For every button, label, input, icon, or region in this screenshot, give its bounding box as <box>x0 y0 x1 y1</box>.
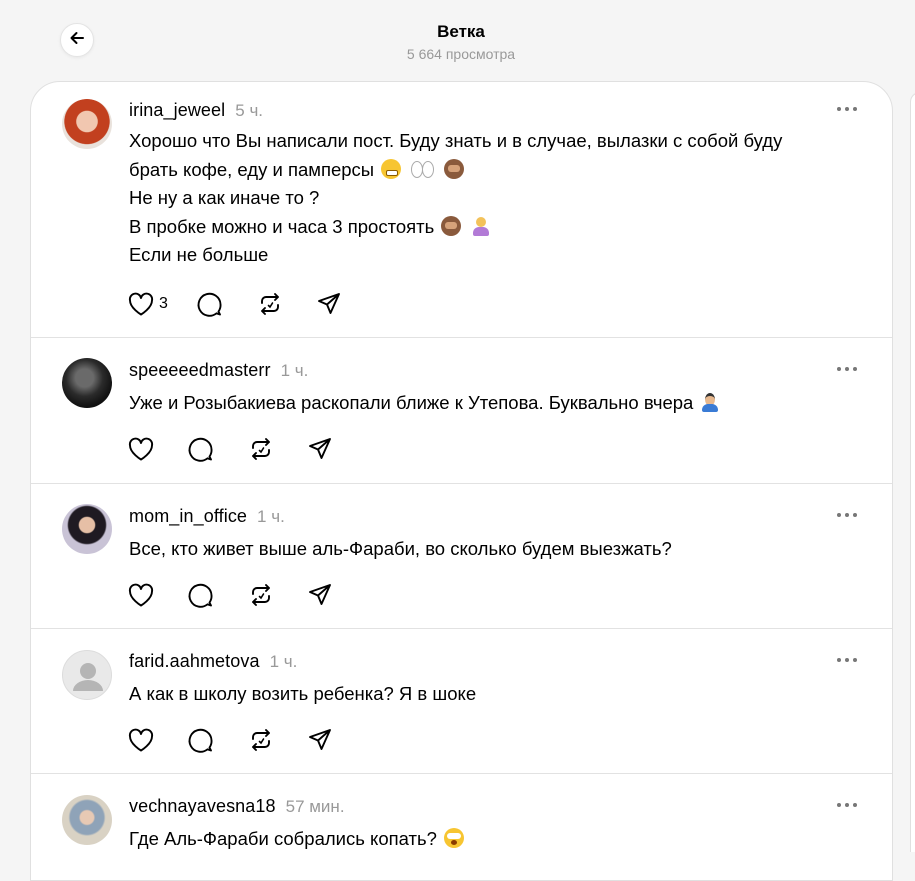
eyes-emoji-icon <box>410 159 435 179</box>
like-button[interactable] <box>127 727 155 753</box>
avatar[interactable] <box>62 358 112 408</box>
comment-icon <box>187 435 215 463</box>
post-text: Где Аль-Фараби собрались копать? <box>129 825 466 854</box>
list-item: vechnayavesna18 57 мин. Где Аль-Фараби с… <box>31 774 892 880</box>
post-text: Уже и Розыбакиева раскопали ближе к Утеп… <box>129 389 722 418</box>
post-text: Хорошо что Вы написали пост. Буду знать … <box>129 130 783 266</box>
like-count: 3 <box>159 295 168 312</box>
post-time: 1 ч. <box>257 507 285 526</box>
repost-button[interactable] <box>247 435 275 463</box>
more-dots-icon[interactable] <box>837 364 857 374</box>
list-item: farid.aahmetova 1 ч. А как в школу возит… <box>31 629 892 774</box>
page-title: Ветка <box>437 22 485 41</box>
send-icon <box>307 436 333 462</box>
default-user-icon <box>73 663 103 691</box>
thread-panel: irina_jeweel 5 ч. Хорошо что Вы написали… <box>30 81 893 881</box>
comment-icon <box>187 726 215 754</box>
avatar[interactable] <box>62 650 112 700</box>
send-icon <box>316 291 342 317</box>
list-item: speeeeedmasterr 1 ч. Уже и Розыбакиева р… <box>31 338 892 484</box>
username[interactable]: farid.aahmetova <box>129 651 260 672</box>
repost-button[interactable] <box>247 581 275 609</box>
reply-button[interactable] <box>196 290 224 318</box>
share-button[interactable] <box>307 436 333 462</box>
share-button[interactable] <box>316 291 342 317</box>
thread-header: Ветка 5 664 просмотра <box>0 0 915 80</box>
post-text: Все, кто живет выше аль-Фараби, во сколь… <box>129 538 672 559</box>
man-facepalming-emoji-icon <box>700 392 720 412</box>
avatar[interactable] <box>62 99 112 149</box>
repost-icon <box>247 726 275 754</box>
more-dots-icon[interactable] <box>837 800 857 810</box>
views-count: 5 664 просмотра <box>406 46 516 62</box>
send-icon <box>307 582 333 608</box>
like-button[interactable]: 3 <box>127 291 168 317</box>
more-dots-icon[interactable] <box>837 104 857 114</box>
person-shrugging-emoji-icon <box>471 216 491 236</box>
repost-icon <box>256 290 284 318</box>
comment-icon <box>196 290 224 318</box>
flushed-face-emoji-icon <box>444 828 465 848</box>
avatar[interactable] <box>62 795 112 845</box>
heart-icon <box>127 582 155 608</box>
more-dots-icon[interactable] <box>837 510 857 520</box>
username[interactable]: mom_in_office <box>129 506 247 527</box>
heart-icon <box>127 727 155 753</box>
send-icon <box>307 727 333 753</box>
see-no-evil-monkey-emoji-icon <box>443 158 464 179</box>
avatar[interactable] <box>62 504 112 554</box>
post-time: 1 ч. <box>280 361 309 380</box>
post-time: 5 ч. <box>235 101 264 120</box>
list-item: irina_jeweel 5 ч. Хорошо что Вы написали… <box>31 82 892 338</box>
reply-button[interactable] <box>187 581 215 609</box>
post-time: 1 ч. <box>269 652 298 671</box>
share-button[interactable] <box>307 727 333 753</box>
see-no-evil-monkey-emoji-icon <box>441 215 462 236</box>
post-actions: 3 <box>127 290 374 318</box>
comment-icon <box>187 581 215 609</box>
username[interactable]: irina_jeweel <box>129 100 225 121</box>
heart-icon <box>127 291 155 317</box>
post-text: А как в школу возить ребенка? Я в шоке <box>129 683 477 704</box>
repost-icon <box>247 435 275 463</box>
post-actions <box>127 435 365 463</box>
username[interactable]: vechnayavesna18 <box>129 796 276 817</box>
list-item: mom_in_office 1 ч. Все, кто живет выше а… <box>31 484 892 629</box>
post-actions <box>127 581 365 609</box>
like-button[interactable] <box>127 582 155 608</box>
repost-button[interactable] <box>256 290 284 318</box>
reply-button[interactable] <box>187 435 215 463</box>
reply-button[interactable] <box>187 726 215 754</box>
like-button[interactable] <box>127 436 155 462</box>
more-dots-icon[interactable] <box>837 655 857 665</box>
heart-icon <box>127 436 155 462</box>
repost-button[interactable] <box>247 726 275 754</box>
repost-icon <box>247 581 275 609</box>
grimacing-emoji-icon <box>381 158 402 179</box>
side-panel-edge <box>910 92 915 852</box>
username[interactable]: speeeeedmasterr <box>129 360 271 381</box>
post-time: 57 мин. <box>285 797 345 816</box>
share-button[interactable] <box>307 582 333 608</box>
post-actions <box>127 726 365 754</box>
